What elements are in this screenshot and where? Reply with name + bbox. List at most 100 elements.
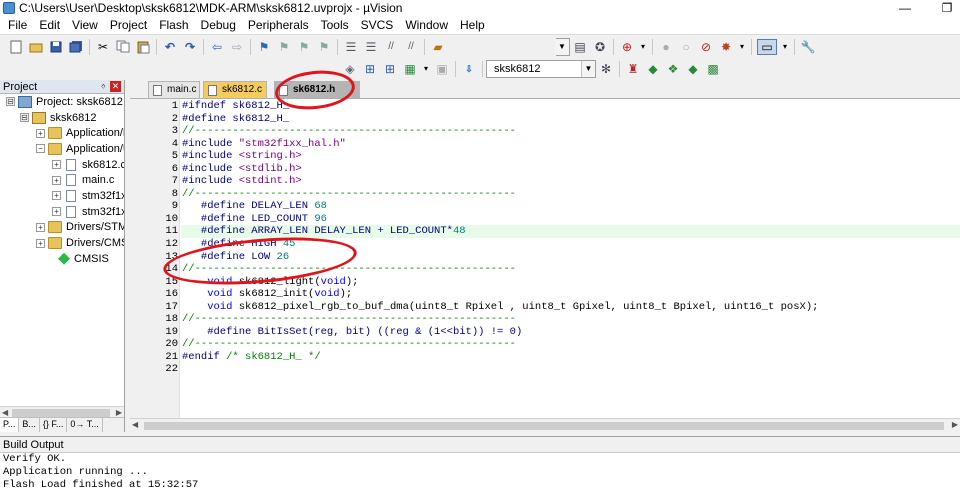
stop-build-icon[interactable]: ▣ bbox=[434, 61, 450, 77]
scroll-thumb[interactable] bbox=[12, 409, 110, 417]
menu-flash[interactable]: Flash bbox=[153, 16, 194, 34]
bookmark-next-icon[interactable]: ⚑ bbox=[296, 39, 312, 55]
breakpoint-kill-icon[interactable]: ✸ bbox=[718, 39, 734, 55]
batch-dropdown-icon[interactable]: ▾ bbox=[422, 61, 430, 77]
tree-expander-icon[interactable]: + bbox=[52, 191, 61, 201]
tree-item[interactable]: + sk6812.c bbox=[0, 157, 124, 173]
open-folder-icon[interactable] bbox=[28, 39, 44, 55]
scroll-thumb[interactable] bbox=[144, 422, 944, 430]
code-line[interactable]: #define BitIsSet(reg, bit) ((reg & (1<<b… bbox=[181, 326, 960, 339]
code-line[interactable]: #endif /* sk6812_H_ */ bbox=[181, 351, 960, 364]
tree-expander-icon[interactable]: − bbox=[36, 144, 45, 154]
new-file-icon[interactable] bbox=[8, 39, 24, 55]
download-load-icon[interactable]: ⇩ bbox=[461, 61, 477, 77]
code-line[interactable]: void sk6812_light(void); bbox=[181, 276, 960, 289]
code-line[interactable]: #define HIGH 45 bbox=[181, 238, 960, 251]
code-line[interactable]: //--------------------------------------… bbox=[181, 188, 960, 201]
code-line[interactable] bbox=[181, 363, 960, 376]
build-icon[interactable]: ⊞ bbox=[362, 61, 378, 77]
code-line[interactable]: #ifndef sk6812_H_ bbox=[181, 100, 960, 113]
redo-icon[interactable]: ↷ bbox=[182, 39, 198, 55]
editor-horizontal-scrollbar[interactable]: ◀ ▶ bbox=[130, 418, 960, 432]
scroll-left-icon[interactable]: ◀ bbox=[2, 408, 8, 417]
debug-session-icon[interactable]: ⊕ bbox=[619, 39, 635, 55]
code-line[interactable]: #include <stdlib.h> bbox=[181, 163, 960, 176]
target-select[interactable]: sksk6812 ▼ bbox=[486, 60, 596, 78]
navigate-back-icon[interactable]: ⇦ bbox=[209, 39, 225, 55]
configure-wrench-icon[interactable]: 🔧 bbox=[800, 39, 816, 55]
tree-item[interactable]: + Drivers/STM3. bbox=[0, 220, 124, 236]
code-line[interactable]: void sk6812_init(void); bbox=[181, 288, 960, 301]
incremental-find-icon[interactable]: ✪ bbox=[592, 39, 608, 55]
bookmark-clear-icon[interactable]: ⚑ bbox=[316, 39, 332, 55]
code-line[interactable]: void sk6812_pixel_rgb_to_buf_dma(uint8_t… bbox=[181, 301, 960, 314]
code-line[interactable]: //--------------------------------------… bbox=[181, 263, 960, 276]
menu-edit[interactable]: Edit bbox=[33, 16, 66, 34]
tree-expander-icon[interactable]: ⊟ bbox=[20, 113, 29, 123]
code-line[interactable]: #define LED_COUNT 96 bbox=[181, 213, 960, 226]
scroll-right-icon[interactable]: ▶ bbox=[952, 420, 958, 429]
code-line[interactable]: #define LOW 26 bbox=[181, 251, 960, 264]
manage-project-items-icon[interactable]: ♜ bbox=[625, 61, 641, 77]
code-text[interactable]: #ifndef sk6812_H_ #define sk6812_H_//----… bbox=[181, 100, 960, 376]
menu-svcs[interactable]: SVCS bbox=[355, 16, 400, 34]
tree-item[interactable]: ⊟ sksk6812 bbox=[0, 110, 124, 126]
uncomment-icon[interactable]: // bbox=[403, 39, 419, 55]
tree-item[interactable]: + Application/M bbox=[0, 125, 124, 141]
code-line[interactable]: //--------------------------------------… bbox=[181, 125, 960, 138]
tab-project[interactable]: P... bbox=[0, 418, 20, 432]
find-icon[interactable]: ▤ bbox=[572, 39, 588, 55]
bookmark-insert-icon[interactable]: ⚑ bbox=[256, 39, 272, 55]
breakpoint-enable-icon[interactable]: ○ bbox=[678, 39, 694, 55]
tree-expander-icon[interactable]: ⊟ bbox=[6, 97, 15, 107]
menu-tools[interactable]: Tools bbox=[315, 16, 355, 34]
select-packs-icon[interactable]: ◆ bbox=[645, 61, 661, 77]
close-icon[interactable]: ✕ bbox=[110, 81, 121, 92]
comment-icon[interactable]: // bbox=[383, 39, 399, 55]
rebuild-icon[interactable]: ⊞ bbox=[382, 61, 398, 77]
tree-expander-icon[interactable]: + bbox=[36, 222, 45, 232]
tree-expander-icon[interactable]: + bbox=[52, 160, 61, 170]
tree-item[interactable]: + main.c bbox=[0, 172, 124, 188]
breakpoint-disable-icon[interactable]: ⊘ bbox=[698, 39, 714, 55]
pin-icon[interactable]: ᛜ bbox=[101, 80, 106, 94]
tree-expander-icon[interactable]: + bbox=[52, 175, 61, 185]
scroll-right-icon[interactable]: ▶ bbox=[116, 408, 122, 417]
code-line[interactable]: #include <string.h> bbox=[181, 150, 960, 163]
save-all-icon[interactable] bbox=[68, 39, 84, 55]
paste-icon[interactable] bbox=[135, 39, 151, 55]
batch-build-icon[interactable]: ▦ bbox=[402, 61, 418, 77]
window-layout-icon[interactable]: ▭ bbox=[757, 38, 777, 55]
copy-icon[interactable] bbox=[115, 39, 131, 55]
find-in-files-icon[interactable]: ▰ bbox=[430, 39, 446, 55]
code-line[interactable]: #define DELAY_LEN 68 bbox=[181, 200, 960, 213]
menu-file[interactable]: File bbox=[2, 16, 33, 34]
tab-sk6812-c[interactable]: sk6812.c bbox=[203, 81, 267, 98]
tree-item[interactable]: ⊟ Project: sksk6812 bbox=[0, 94, 124, 110]
software-components-icon[interactable]: ▩ bbox=[705, 61, 721, 77]
layout-dropdown-icon[interactable]: ▾ bbox=[781, 39, 789, 55]
tree-expander-icon[interactable]: + bbox=[52, 207, 61, 217]
menu-help[interactable]: Help bbox=[454, 16, 491, 34]
minimize-button[interactable]: — bbox=[898, 0, 912, 16]
breakpoint-dropdown-icon[interactable]: ▾ bbox=[738, 39, 746, 55]
code-line[interactable]: //--------------------------------------… bbox=[181, 338, 960, 351]
tree-expander-icon[interactable]: + bbox=[36, 128, 45, 138]
tab-functions[interactable]: {} F... bbox=[40, 418, 68, 432]
scroll-left-icon[interactable]: ◀ bbox=[132, 420, 138, 429]
tree-expander-icon[interactable]: + bbox=[36, 238, 45, 248]
tree-item[interactable]: + stm32f1xx bbox=[0, 188, 124, 204]
target-options-icon[interactable]: ✻ bbox=[598, 61, 614, 77]
tab-main-c[interactable]: main.c bbox=[148, 81, 200, 98]
indent-icon[interactable]: ☰ bbox=[343, 39, 359, 55]
menu-window[interactable]: Window bbox=[399, 16, 454, 34]
manage-runtime-icon[interactable]: ❖ bbox=[665, 61, 681, 77]
tab-templates[interactable]: 0→ T... bbox=[67, 418, 103, 432]
tree-item[interactable]: CMSIS bbox=[0, 251, 124, 267]
code-editor[interactable]: 1 2 3 4 5 6 7 8 9 10 11 12 13 14 15 16 17 18 19 20 21 22 #ifn… bbox=[130, 98, 960, 419]
code-line[interactable]: #include <stdint.h> bbox=[181, 175, 960, 188]
code-line[interactable]: //--------------------------------------… bbox=[181, 313, 960, 326]
debug-dropdown-icon[interactable]: ▾ bbox=[639, 39, 647, 55]
tab-sk6812-h[interactable]: sk6812.h bbox=[274, 81, 360, 98]
tab-books[interactable]: B... bbox=[19, 418, 40, 432]
